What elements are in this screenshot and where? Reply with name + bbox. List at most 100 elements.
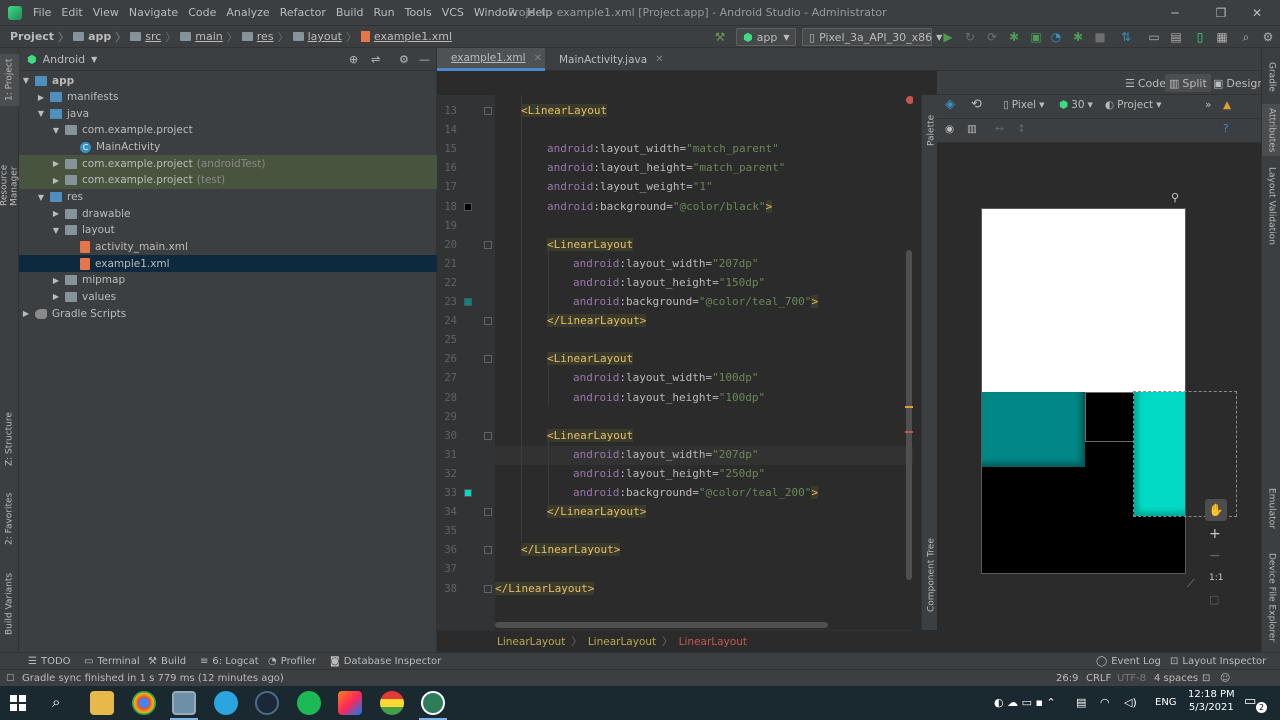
tray-app-icons[interactable]: ◐ ☁ ▭ ▪ ⌃ [994, 696, 1056, 709]
tab-build-variants[interactable]: Build Variants [0, 568, 19, 640]
menu-run[interactable]: Run [369, 0, 400, 25]
zoom-reset-button[interactable]: 1:1 [1209, 573, 1223, 583]
tool-build[interactable]: ⚒ Build [148, 654, 186, 669]
telegram-icon[interactable] [214, 691, 238, 715]
code-line[interactable]: android:layout_height="100dp" [573, 388, 765, 407]
breadcrumb-item[interactable]: example1.xml [360, 29, 452, 45]
code-line[interactable]: android:layout_height="250dp" [573, 464, 765, 483]
layers-icon[interactable]: ◈ [945, 97, 955, 112]
tab-favorites[interactable]: 2: Favorites [0, 488, 19, 550]
menu-tools[interactable]: Tools [400, 0, 437, 25]
steam-icon[interactable] [255, 691, 279, 715]
clock[interactable]: 12:18 PM 5/3/2021 [1188, 689, 1235, 713]
close-window-button[interactable]: ✕ [1234, 0, 1280, 25]
tool-todo[interactable]: ☰ TODO [28, 654, 71, 669]
chevron-right-icon[interactable]: ▶ [51, 276, 61, 285]
code-line[interactable]: android:background="@color/teal_200"> [573, 483, 819, 502]
breadcrumb-item[interactable]: res 〉 [241, 29, 293, 45]
tree-item[interactable]: ▶ drawable [19, 205, 437, 222]
menu-file[interactable]: File [28, 0, 56, 25]
code-line[interactable]: android:layout_width="207dp" [573, 254, 758, 273]
vertical-resize-icon[interactable]: ↕ [1017, 123, 1026, 135]
search-icon[interactable]: ⌕ [1238, 28, 1254, 46]
menu-analyze[interactable]: Analyze [221, 0, 274, 25]
split-mode-button[interactable]: ▥ Split [1165, 74, 1211, 92]
line-separator[interactable]: CRLF [1086, 671, 1111, 686]
file-explorer-icon[interactable] [90, 691, 114, 715]
code-mode-button[interactable]: ☰ Code [1121, 74, 1170, 92]
wifi-icon[interactable]: ◠ [1100, 696, 1110, 709]
tab-example1-xml[interactable]: example1.xml ✕ [437, 48, 545, 71]
code-line[interactable]: android:layout_height="match_parent" [547, 158, 785, 177]
white-linear-layout[interactable] [982, 209, 1185, 392]
eye-icon[interactable]: ◉ [945, 123, 954, 135]
settings-icon[interactable]: ⚙ [1260, 28, 1276, 46]
tree-item[interactable]: ▼ java [19, 105, 437, 122]
tree-item[interactable]: ▼ layout [19, 222, 437, 239]
editor-horizontal-scrollbar[interactable] [495, 622, 828, 628]
inspector-icon[interactable]: ☺ [1220, 671, 1230, 686]
blueprint-icon[interactable]: ▥ [967, 123, 977, 135]
code-line[interactable]: android:layout_height="150dp" [573, 273, 765, 292]
code-line[interactable]: </LinearLayout> [547, 502, 647, 521]
code-line[interactable]: </LinearLayout> [521, 540, 621, 559]
locate-icon[interactable]: ⊕ [349, 53, 358, 66]
project-view-select[interactable]: Android [43, 53, 86, 66]
windows-start-icon[interactable] [10, 695, 26, 711]
run-config-select[interactable]: ⬢ app ▼ [736, 28, 796, 46]
fold-icon[interactable] [484, 431, 492, 440]
tab-emulator[interactable]: Emulator [1262, 478, 1280, 538]
code-breadcrumb-item[interactable]: LinearLayout [679, 636, 747, 648]
tree-item[interactable]: ▶ values [19, 288, 437, 305]
lock-icon[interactable]: ⊡ [1202, 671, 1210, 686]
search-icon[interactable]: ⌕ [52, 693, 60, 711]
code-line[interactable]: android:background="@color/teal_700"> [573, 292, 819, 311]
app-icon[interactable] [380, 691, 404, 715]
tool--logcat[interactable]: ≡ 6: Logcat [200, 654, 259, 669]
code-breadcrumb-item[interactable]: LinearLayout [588, 636, 656, 648]
fold-icon[interactable] [484, 107, 492, 115]
zoom-out-icon[interactable]: − [1209, 548, 1221, 564]
pan-hand-icon[interactable]: ✋ [1205, 499, 1227, 521]
rerun-icon[interactable]: ↻ [962, 28, 978, 46]
tab-layout-validation[interactable]: Layout Validation [1262, 126, 1280, 246]
horizontal-resize-icon[interactable]: ↔ [995, 123, 1004, 135]
fold-icon[interactable] [484, 508, 492, 517]
chrome-icon[interactable] [132, 691, 156, 715]
run-icon[interactable]: ▶ [940, 28, 956, 46]
help-icon[interactable]: ? [1223, 123, 1229, 135]
apply-changes-icon[interactable]: ⟳ [984, 28, 1000, 46]
tool-event-log[interactable]: ◯ Event Log [1096, 654, 1161, 669]
zoom-fit-icon[interactable]: ▢ [1209, 593, 1219, 606]
tool-profiler[interactable]: ◔ Profiler [268, 654, 316, 669]
tree-item[interactable]: ▶ Gradle Scripts [19, 305, 437, 322]
fold-icon[interactable] [484, 355, 492, 364]
code-line[interactable]: android:layout_width="match_parent" [547, 139, 779, 158]
menu-build[interactable]: Build [331, 0, 369, 25]
network-icon[interactable]: ▤ [1076, 696, 1086, 709]
color-swatch-icon[interactable] [464, 298, 472, 306]
tree-item[interactable]: ▶ com.example.project (test) [19, 171, 437, 189]
breadcrumb-item[interactable]: src 〉 [130, 29, 180, 45]
api-level-select[interactable]: ⬢ 30 ▼ [1059, 99, 1093, 111]
chevron-right-icon[interactable]: ▶ [36, 93, 46, 102]
status-message[interactable]: Gradle sync finished in 1 s 779 ms (12 m… [22, 671, 284, 686]
tree-item[interactable]: ▼ res [19, 189, 437, 206]
zoom-in-icon[interactable]: + [1209, 526, 1221, 542]
tree-item[interactable]: ▼ com.example.project [19, 122, 437, 139]
spotify-icon[interactable] [297, 691, 321, 715]
chevron-down-icon[interactable]: ▼ [21, 76, 31, 85]
menu-navigate[interactable]: Navigate [124, 0, 183, 25]
tab-gradle[interactable]: Gradle [1262, 54, 1280, 100]
code-editor[interactable]: <LinearLayout android:layout_width="match… [495, 95, 913, 630]
tool-layout-inspector[interactable]: ⊡ Layout Inspector [1170, 654, 1266, 669]
tree-item[interactable]: ▶ mipmap [19, 272, 437, 289]
menu-vcs[interactable]: VCS [437, 0, 469, 25]
code-line[interactable]: <LinearLayout [547, 349, 634, 368]
empty-100dp-layout[interactable] [1085, 392, 1135, 442]
indent-setting[interactable]: 4 spaces [1154, 671, 1198, 686]
chevron-right-icon[interactable]: ▶ [51, 292, 61, 301]
fold-icon[interactable] [484, 584, 492, 593]
sdk-manager-icon[interactable]: ▤ [1168, 28, 1184, 46]
chevron-right-icon[interactable]: ▶ [21, 309, 31, 318]
